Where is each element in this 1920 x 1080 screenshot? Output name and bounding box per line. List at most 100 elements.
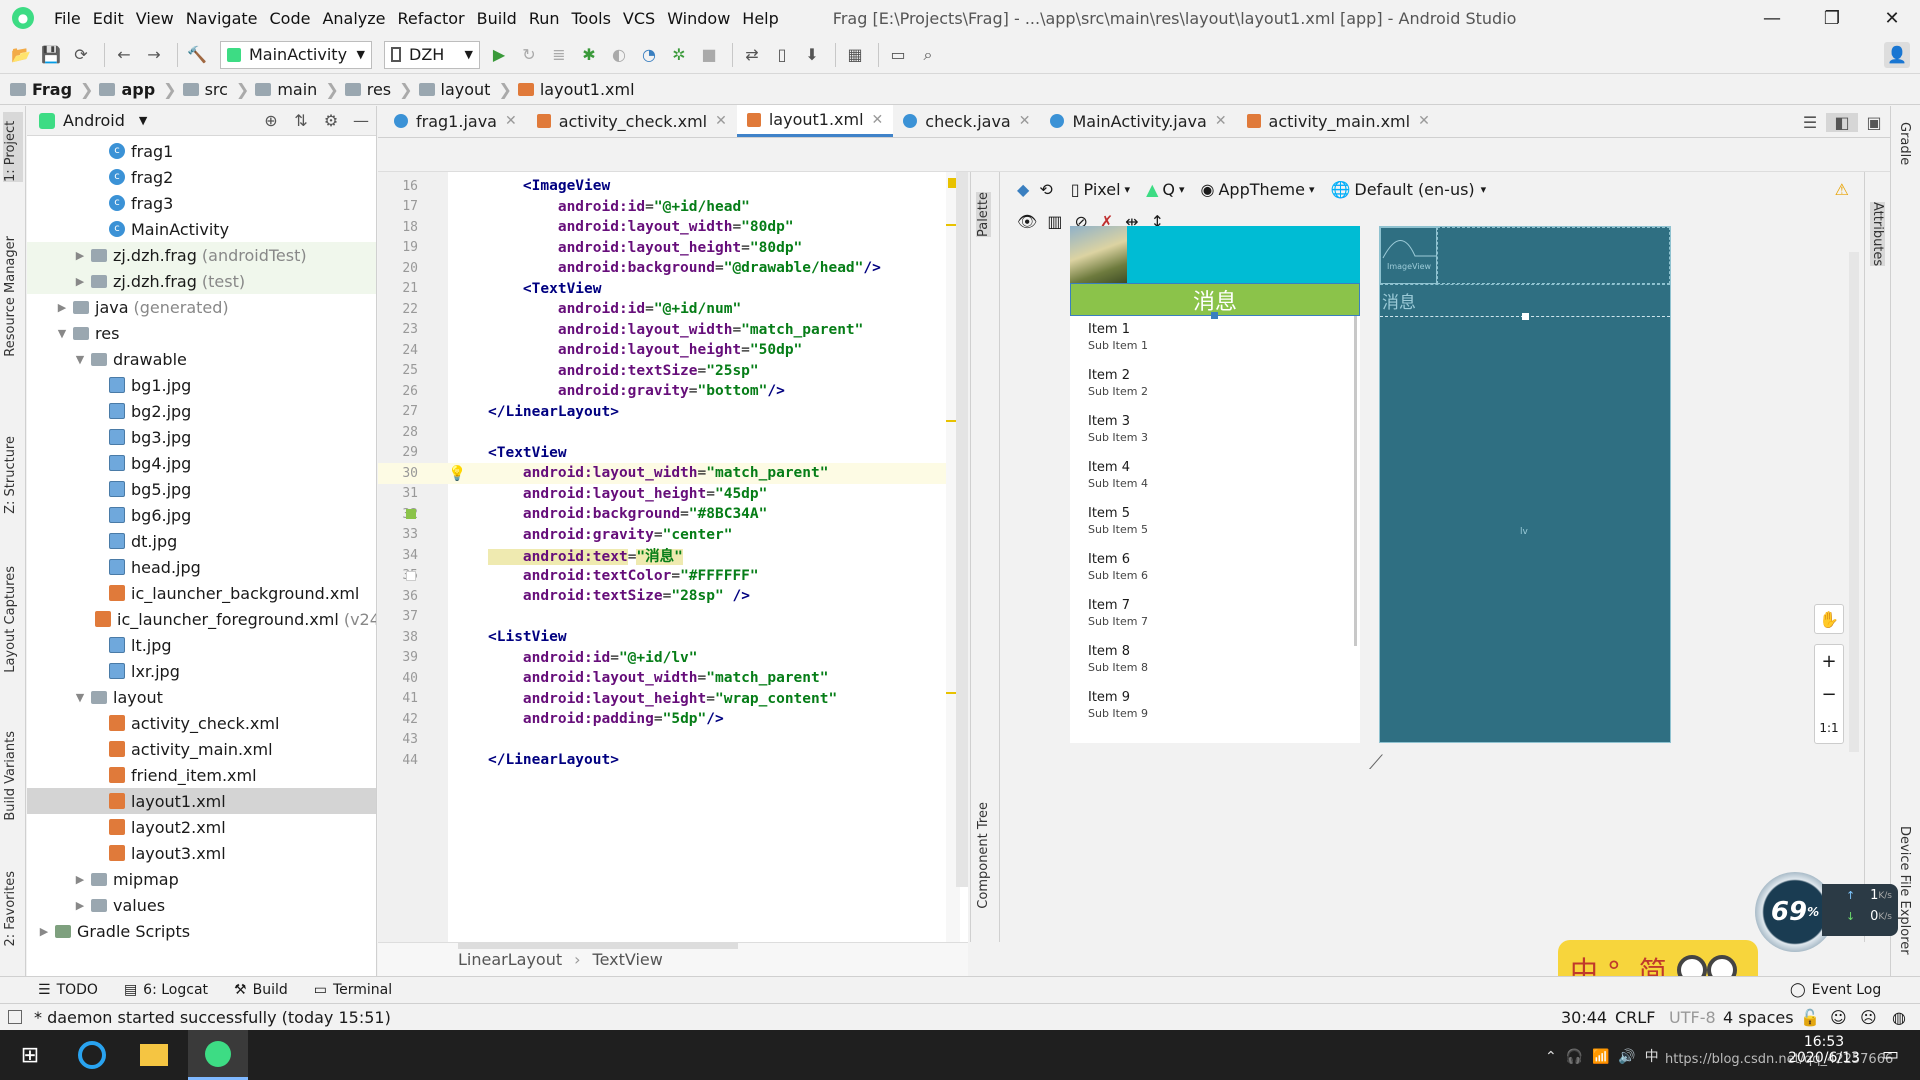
code-line[interactable]: 39 android:id="@+id/lv" [378, 648, 968, 669]
editor-tab[interactable]: frag1.java ✕ [384, 105, 527, 137]
coverage-icon[interactable]: ◐ [606, 42, 632, 68]
zoom-actual-button[interactable]: 1:1 [1815, 711, 1843, 744]
zoom-in-button[interactable]: + [1815, 645, 1843, 678]
editor-tab[interactable]: activity_check.xml ✕ [527, 105, 737, 137]
editor-tab[interactable]: layout1.xml ✕ [736, 105, 894, 137]
code-line[interactable]: 29 <TextView [378, 443, 968, 464]
close-tab-icon[interactable]: ✕ [1418, 113, 1430, 129]
menu-window[interactable]: Window [661, 9, 736, 28]
code-line[interactable]: 26 android:gravity="bottom"/> [378, 381, 968, 402]
code-line[interactable]: 21 <TextView [378, 279, 968, 300]
profile-icon[interactable]: ◔ [636, 42, 662, 68]
tree-item[interactable]: c MainActivity [27, 216, 376, 242]
line-separator[interactable]: CRLF [1615, 1008, 1655, 1027]
tree-item[interactable]: dt.jpg [27, 528, 376, 554]
menu-refactor[interactable]: Refactor [392, 9, 471, 28]
code-line[interactable]: 36 android:textSize="28sp" /> [378, 586, 968, 607]
collapsed-arrow-icon[interactable]: ▶ [73, 873, 87, 886]
breadcrumb-item[interactable]: app ❯ [99, 80, 177, 99]
code-line[interactable]: 33 android:gravity="center" [378, 525, 968, 546]
editor-tab[interactable]: MainActivity.java ✕ [1040, 105, 1236, 137]
tree-item[interactable]: ic_launcher_foreground.xml (v24 [27, 606, 376, 632]
code-editor[interactable]: 16 <ImageView 17 android:id="@+id/head" 18… [378, 172, 968, 942]
file-explorer-icon[interactable] [124, 1030, 184, 1080]
list-item[interactable]: Item 6 Sub Item 6 [1088, 552, 1148, 582]
code-line[interactable]: 19 android:layout_height="80dp" [378, 238, 968, 259]
tab-event-log[interactable]: ◯ Event Log [1790, 982, 1881, 998]
tab-terminal[interactable]: ▭ Terminal [314, 982, 392, 998]
code-view-icon[interactable]: ☰ [1794, 113, 1826, 132]
zoom-out-button[interactable]: − [1815, 678, 1843, 711]
design-scrollbar[interactable] [1849, 252, 1859, 752]
pan-hand-icon[interactable]: ✋ [1814, 604, 1844, 634]
tab-build-variants[interactable]: Build Variants [3, 731, 18, 821]
expanded-arrow-icon[interactable]: ▼ [55, 327, 69, 340]
menu-code[interactable]: Code [264, 9, 317, 28]
tab-todo[interactable]: ☰ TODO [38, 982, 98, 998]
collapsed-arrow-icon[interactable]: ▶ [37, 925, 51, 938]
caret-position[interactable]: 30:44 [1561, 1008, 1607, 1027]
design-view-icon[interactable]: ▣ [1858, 113, 1890, 132]
sync-icon[interactable]: ⟳ [68, 42, 94, 68]
tab-resource-manager[interactable]: Resource Manager [3, 236, 18, 357]
tab-project[interactable]: 1: Project [3, 112, 23, 182]
breadcrumb-item[interactable]: res ❯ [344, 80, 413, 99]
search-icon[interactable]: ⌕ [915, 42, 941, 68]
tree-item[interactable]: bg2.jpg [27, 398, 376, 424]
menu-tools[interactable]: Tools [566, 9, 617, 28]
tab-attributes[interactable]: Attributes [1870, 202, 1885, 267]
file-encoding[interactable]: UTF-8 [1669, 1008, 1716, 1027]
code-line[interactable]: 18 android:layout_width="80dp" [378, 217, 968, 238]
orientation-icon[interactable]: ⟲ [1039, 180, 1052, 199]
warning-icon[interactable]: ⚠ [1835, 180, 1849, 199]
collapsed-arrow-icon[interactable]: ▶ [73, 249, 87, 262]
breadcrumb-item[interactable]: main ❯ [255, 80, 339, 99]
tree-item[interactable]: ic_launcher_background.xml [27, 580, 376, 606]
chevron-down-icon[interactable]: ▼ [139, 114, 147, 127]
back-icon[interactable]: ← [111, 42, 137, 68]
tab-layout-captures[interactable]: Layout Captures [3, 566, 18, 673]
browser-icon[interactable] [62, 1030, 122, 1080]
tree-item[interactable]: activity_check.xml [27, 710, 376, 736]
menu-edit[interactable]: Edit [87, 9, 130, 28]
lightbulb-icon[interactable]: 💡 [448, 465, 466, 482]
code-line[interactable]: 40 android:layout_width="match_parent" [378, 668, 968, 689]
maximize-button[interactable]: ❐ [1804, 0, 1860, 36]
locate-icon[interactable]: ⊕ [256, 111, 286, 130]
debug-icon[interactable]: ✱ [576, 42, 602, 68]
close-tab-icon[interactable]: ✕ [505, 113, 517, 129]
open-folder-icon[interactable]: 📂 [8, 42, 34, 68]
tree-item[interactable]: c frag1 [27, 138, 376, 164]
list-item[interactable]: Item 1 Sub Item 1 [1088, 322, 1148, 352]
resize-handle-icon[interactable] [1211, 312, 1218, 319]
tree-item[interactable]: bg6.jpg [27, 502, 376, 528]
menu-build[interactable]: Build [471, 9, 523, 28]
make-project-icon[interactable]: 🔨 [184, 42, 210, 68]
sdk-manager-icon[interactable]: ⬇ [799, 42, 825, 68]
close-window-button[interactable]: ✕ [1864, 0, 1920, 36]
list-item[interactable]: Item 2 Sub Item 2 [1088, 368, 1148, 398]
project-structure-icon[interactable]: ▦ [842, 42, 868, 68]
code-line[interactable]: 28 [378, 422, 968, 443]
view-options-icon[interactable]: 👁 [1017, 212, 1037, 231]
apply-code-changes-icon[interactable]: ≣ [546, 42, 572, 68]
hide-icon[interactable]: — [346, 111, 376, 130]
margins-icon[interactable]: ▥ [1047, 212, 1062, 231]
run-icon[interactable]: ▶ [486, 42, 512, 68]
tree-item[interactable]: ▶ mipmap [27, 866, 376, 892]
sad-feedback-icon[interactable]: ☹ [1860, 1008, 1877, 1027]
lock-icon[interactable]: 🔓 [1800, 1008, 1820, 1027]
resize-corner-icon[interactable]: ⟋ [1369, 750, 1383, 774]
windows-start-icon[interactable]: ⊞ [0, 1030, 60, 1080]
code-line[interactable]: 44 </LinearLayout> [378, 750, 968, 771]
tree-item[interactable]: lt.jpg [27, 632, 376, 658]
menu-analyze[interactable]: Analyze [316, 9, 391, 28]
layout-inspector-icon[interactable]: ▭ [885, 42, 911, 68]
forward-icon[interactable]: → [141, 42, 167, 68]
collapsed-arrow-icon[interactable]: ▶ [55, 301, 69, 314]
happy-feedback-icon[interactable]: ☺ [1830, 1008, 1847, 1027]
color-swatch-icon[interactable] [406, 509, 416, 520]
tree-item[interactable]: friend_item.xml [27, 762, 376, 788]
tree-item[interactable]: ▼ res [27, 320, 376, 346]
tab-favorites[interactable]: 2: Favorites [3, 871, 18, 947]
